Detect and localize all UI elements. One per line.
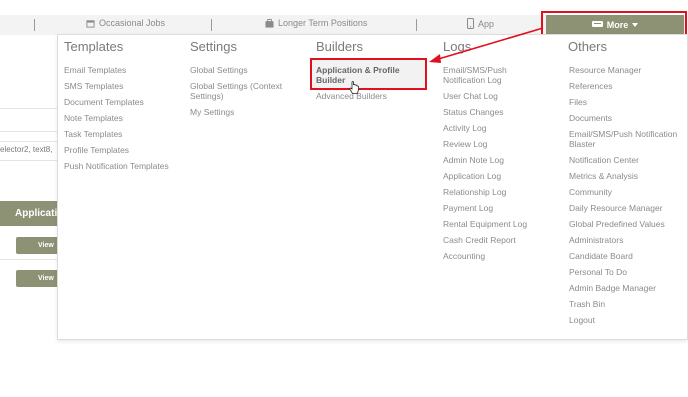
hand-cursor-icon bbox=[349, 81, 359, 94]
annotation-arrow bbox=[429, 27, 544, 63]
